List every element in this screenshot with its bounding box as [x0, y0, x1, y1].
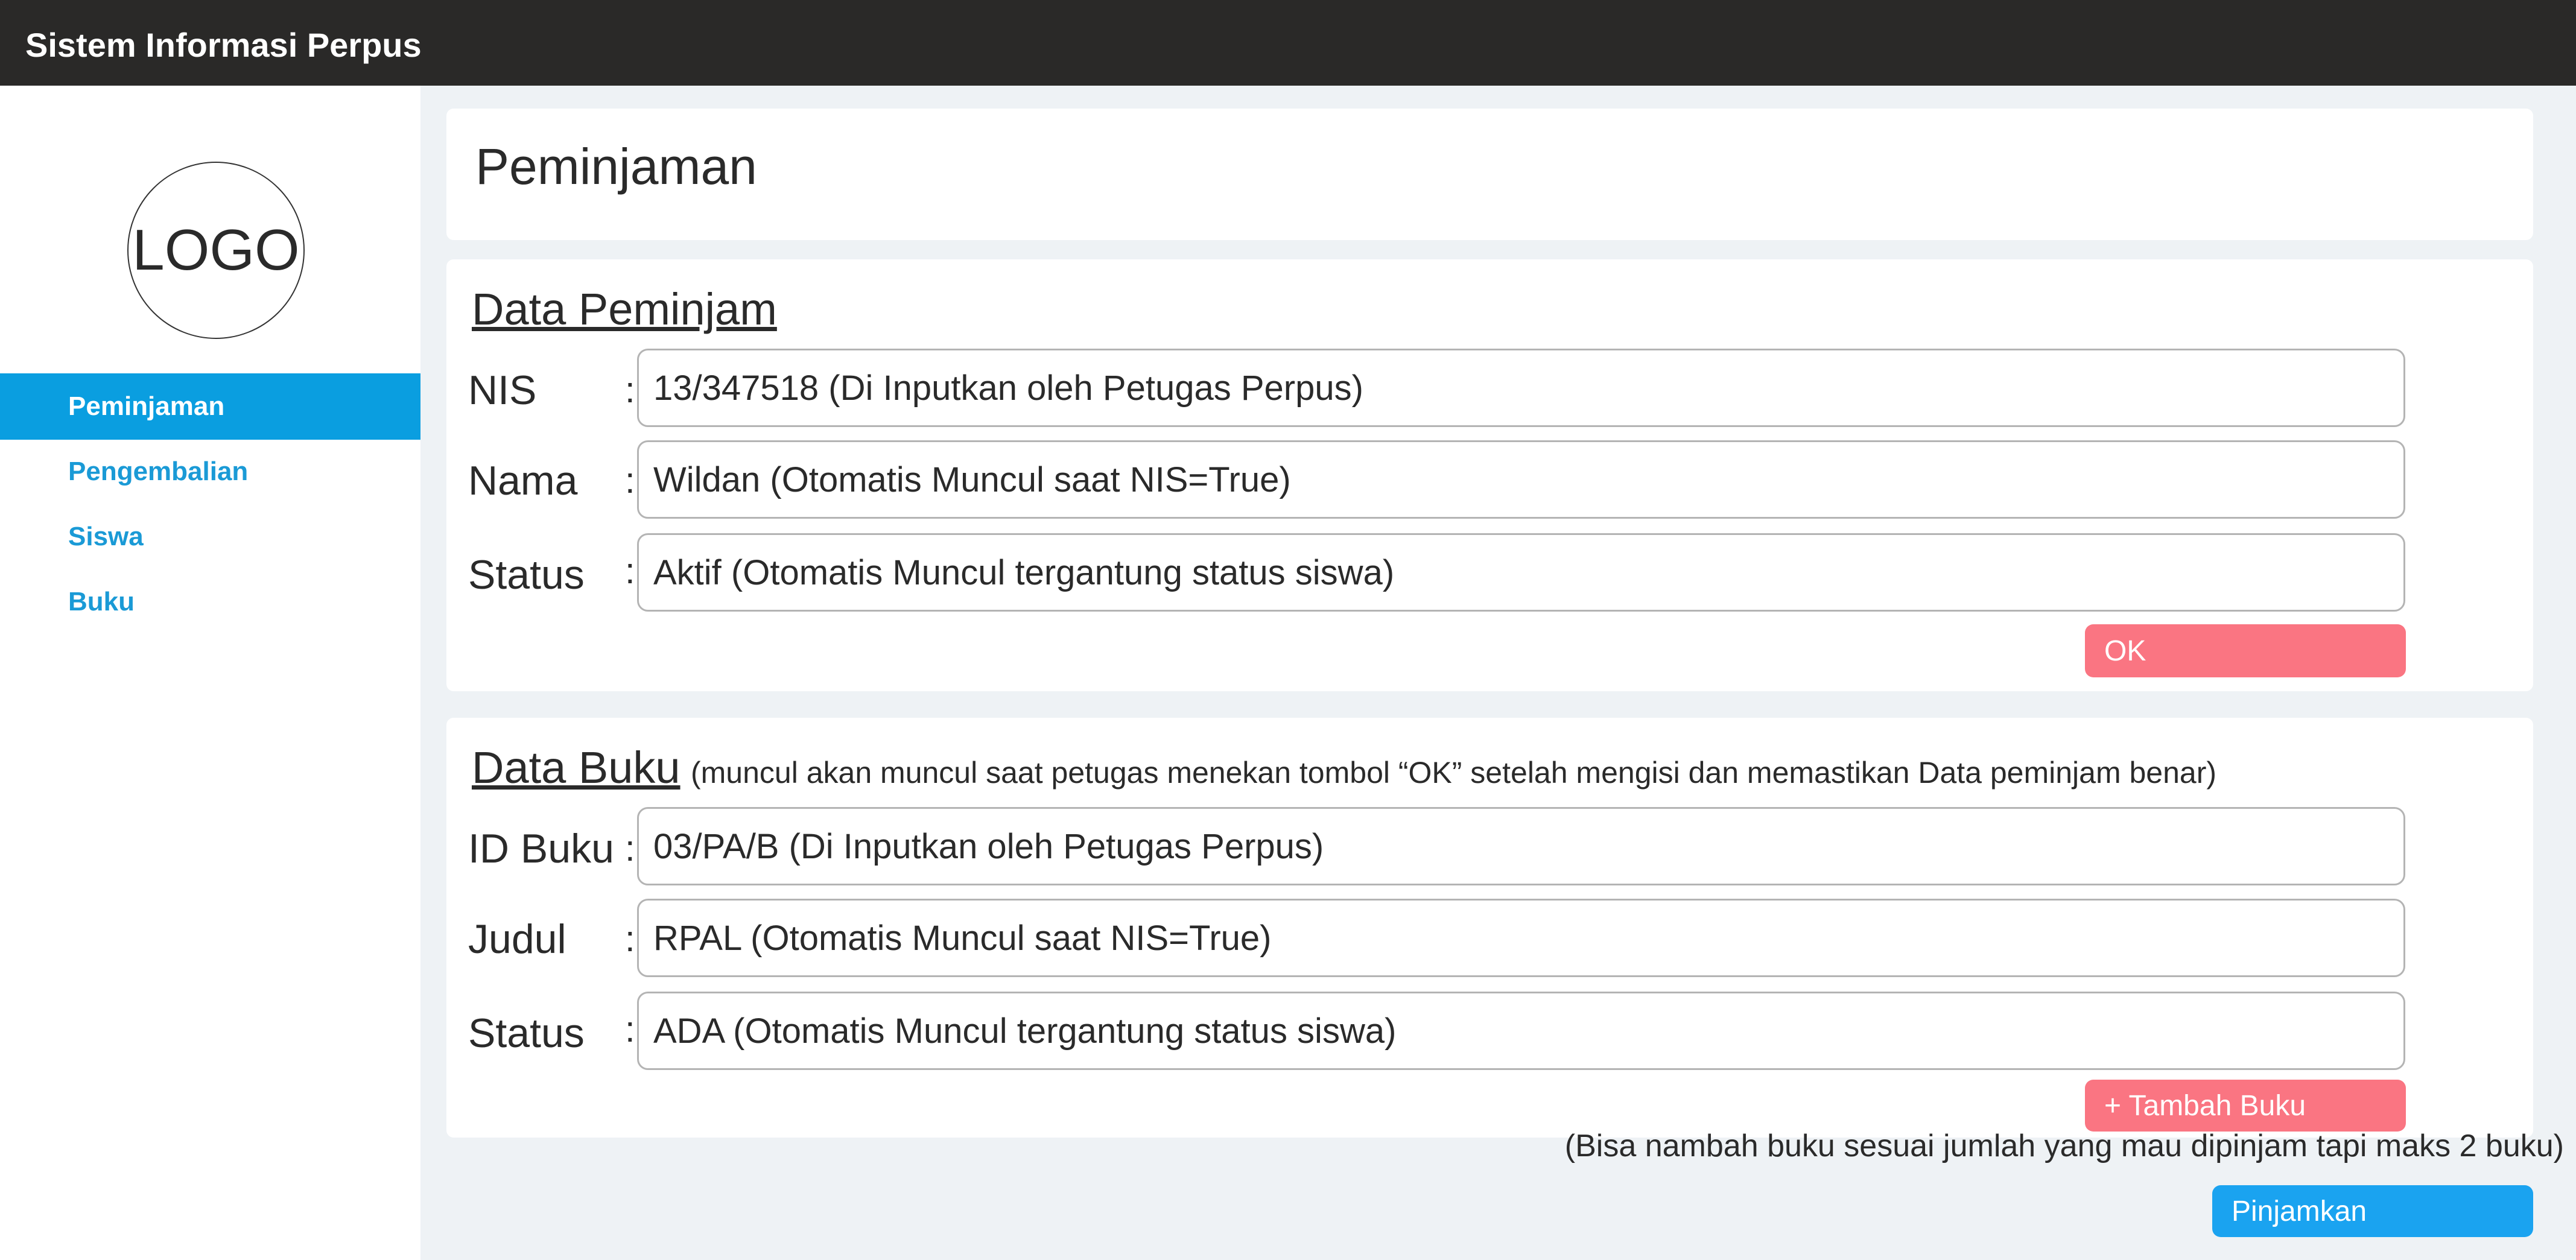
nis-label: NIS — [468, 367, 537, 413]
book-status-field[interactable] — [637, 992, 2405, 1070]
nis-field[interactable] — [637, 349, 2405, 427]
sidebar-item-buku[interactable]: Buku — [0, 569, 420, 635]
borrower-status-field[interactable] — [637, 533, 2405, 612]
book-id-field[interactable] — [637, 807, 2405, 885]
pinjamkan-button[interactable]: Pinjamkan — [2212, 1185, 2533, 1237]
judul-field[interactable] — [637, 899, 2405, 977]
book-status-label: Status — [468, 1010, 585, 1056]
sidebar-item-peminjaman[interactable]: Peminjaman — [0, 373, 420, 440]
add-book-button[interactable]: + Tambah Buku — [2085, 1080, 2406, 1132]
nama-field[interactable] — [637, 440, 2405, 519]
ok-button[interactable]: OK — [2085, 624, 2406, 677]
book-panel: Data Buku (muncul akan muncul saat petug… — [446, 718, 2533, 1138]
page-header-panel: Peminjaman — [446, 109, 2533, 240]
page-title: Peminjaman — [475, 138, 757, 195]
nis-colon: : — [625, 370, 635, 410]
judul-label: Judul — [468, 916, 566, 962]
borrower-status-colon: : — [625, 551, 635, 591]
book-id-colon: : — [625, 828, 635, 869]
top-bar: Sistem Informasi Perpus — [0, 0, 2576, 86]
borrower-status-label: Status — [468, 552, 585, 598]
book-section-note: (muncul akan muncul saat petugas menekan… — [691, 756, 2217, 790]
sidebar-item-siswa[interactable]: Siswa — [0, 504, 420, 570]
add-book-hint: (Bisa nambah buku sesuai jumlah yang mau… — [1564, 1129, 2564, 1163]
borrower-panel: Data Peminjam NIS : Nama : Status : OK — [446, 259, 2533, 691]
judul-colon: : — [625, 919, 635, 959]
book-status-colon: : — [625, 1009, 635, 1049]
borrower-section-title: Data Peminjam — [472, 284, 777, 334]
book-id-label: ID Buku — [468, 826, 614, 872]
logo: LOGO — [127, 162, 305, 339]
nama-label: Nama — [468, 458, 578, 504]
book-section-title: Data Buku — [472, 742, 680, 793]
sidebar: LOGO Peminjaman Pengembalian Siswa Buku — [0, 86, 420, 1260]
nama-colon: : — [625, 460, 635, 501]
app-title: Sistem Informasi Perpus — [25, 26, 422, 64]
sidebar-item-pengembalian[interactable]: Pengembalian — [0, 438, 420, 505]
